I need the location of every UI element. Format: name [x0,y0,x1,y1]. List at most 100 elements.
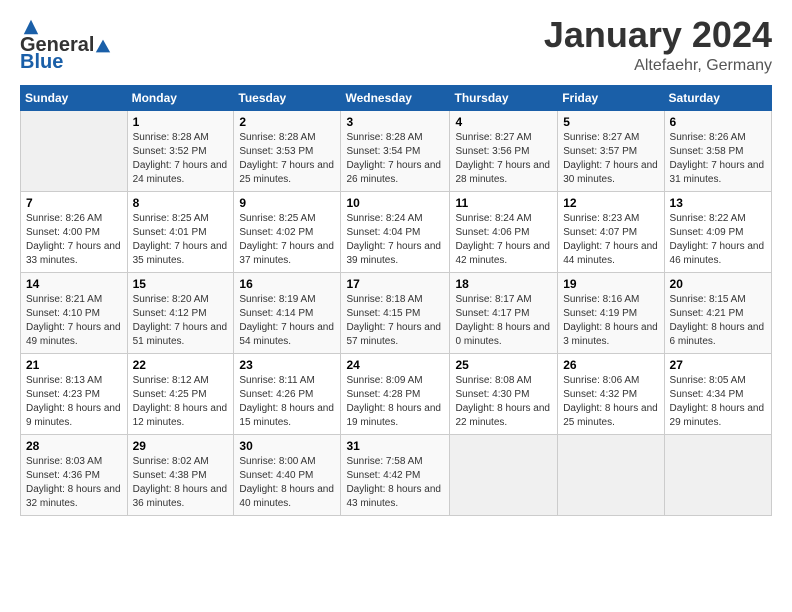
day-info: Sunrise: 8:20 AMSunset: 4:12 PMDaylight:… [133,293,229,349]
day-number: 11 [455,196,552,210]
table-row: 1 Sunrise: 8:28 AMSunset: 3:52 PMDaylight… [127,110,234,191]
logo-triangle-icon [95,38,111,54]
header-sunday: Sunday [21,85,128,110]
day-info: Sunrise: 8:24 AMSunset: 4:06 PMDaylight:… [455,212,552,268]
logo: General Blue [20,15,112,74]
table-row: 5 Sunrise: 8:27 AMSunset: 3:57 PMDaylight… [558,110,664,191]
table-row: 28 Sunrise: 8:03 AMSunset: 4:36 PMDayligh… [21,434,128,515]
day-number: 9 [239,196,335,210]
page-header: General Blue January 2024 Altefaehr, Ger… [20,15,772,75]
day-info: Sunrise: 8:12 AMSunset: 4:25 PMDaylight:… [133,374,229,430]
day-info: Sunrise: 8:16 AMSunset: 4:19 PMDaylight:… [563,293,658,349]
day-number: 8 [133,196,229,210]
table-row: 17 Sunrise: 8:18 AMSunset: 4:15 PMDayligh… [341,272,450,353]
day-number: 12 [563,196,658,210]
day-number: 5 [563,115,658,129]
table-row: 16Sunrise: 8:19 AMSunset: 4:14 PMDayligh… [234,272,341,353]
table-row: 25 Sunrise: 8:08 AMSunset: 4:30 PMDayligh… [450,353,558,434]
table-row: 31 Sunrise: 7:58 AMSunset: 4:42 PMDayligh… [341,434,450,515]
day-number: 27 [670,358,766,372]
day-info: Sunrise: 8:28 AMSunset: 3:52 PMDaylight:… [133,131,229,187]
table-row [558,434,664,515]
calendar-week-row: 1 Sunrise: 8:28 AMSunset: 3:52 PMDaylight… [21,110,772,191]
day-number: 21 [26,358,122,372]
table-row: 11 Sunrise: 8:24 AMSunset: 4:06 PMDayligh… [450,191,558,272]
day-info: Sunrise: 8:05 AMSunset: 4:34 PMDaylight:… [670,374,766,430]
table-row: 9Sunrise: 8:25 AMSunset: 4:02 PMDaylight… [234,191,341,272]
table-row [664,434,771,515]
day-number: 18 [455,277,552,291]
logo-blue-text: Blue [20,51,63,74]
day-info: Sunrise: 8:09 AMSunset: 4:28 PMDaylight:… [346,374,444,430]
day-number: 17 [346,277,444,291]
header-thursday: Thursday [450,85,558,110]
day-info: Sunrise: 7:58 AMSunset: 4:42 PMDaylight:… [346,455,444,511]
logo-icon [22,18,40,36]
calendar-week-row: 7Sunrise: 8:26 AMSunset: 4:00 PMDaylight… [21,191,772,272]
table-row: 2 Sunrise: 8:28 AMSunset: 3:53 PMDaylight… [234,110,341,191]
day-info: Sunrise: 8:28 AMSunset: 3:54 PMDaylight:… [346,131,444,187]
table-row: 30 Sunrise: 8:00 AMSunset: 4:40 PMDayligh… [234,434,341,515]
day-number: 25 [455,358,552,372]
day-number: 1 [133,115,229,129]
table-row: 8Sunrise: 8:25 AMSunset: 4:01 PMDaylight… [127,191,234,272]
day-info: Sunrise: 8:27 AMSunset: 3:57 PMDaylight:… [563,131,658,187]
table-row: 13Sunrise: 8:22 AMSunset: 4:09 PMDayligh… [664,191,771,272]
day-number: 26 [563,358,658,372]
table-row: 6 Sunrise: 8:26 AMSunset: 3:58 PMDaylight… [664,110,771,191]
day-info: Sunrise: 8:03 AMSunset: 4:36 PMDaylight:… [26,455,122,511]
day-number: 10 [346,196,444,210]
table-row: 4 Sunrise: 8:27 AMSunset: 3:56 PMDaylight… [450,110,558,191]
day-number: 2 [239,115,335,129]
day-number: 4 [455,115,552,129]
table-row: 10 Sunrise: 8:24 AMSunset: 4:04 PMDayligh… [341,191,450,272]
day-info: Sunrise: 8:26 AMSunset: 3:58 PMDaylight:… [670,131,766,187]
day-info: Sunrise: 8:08 AMSunset: 4:30 PMDaylight:… [455,374,552,430]
day-info: Sunrise: 8:28 AMSunset: 3:53 PMDaylight:… [239,131,335,187]
day-number: 23 [239,358,335,372]
day-number: 20 [670,277,766,291]
day-info: Sunrise: 8:17 AMSunset: 4:17 PMDaylight:… [455,293,552,349]
table-row: 22Sunrise: 8:12 AMSunset: 4:25 PMDayligh… [127,353,234,434]
day-number: 29 [133,439,229,453]
day-info: Sunrise: 8:06 AMSunset: 4:32 PMDaylight:… [563,374,658,430]
day-number: 3 [346,115,444,129]
table-row: 29 Sunrise: 8:02 AMSunset: 4:38 PMDayligh… [127,434,234,515]
calendar-week-row: 14 Sunrise: 8:21 AMSunset: 4:10 PMDayligh… [21,272,772,353]
day-info: Sunrise: 8:27 AMSunset: 3:56 PMDaylight:… [455,131,552,187]
day-number: 28 [26,439,122,453]
day-info: Sunrise: 8:02 AMSunset: 4:38 PMDaylight:… [133,455,229,511]
calendar-page: General Blue January 2024 Altefaehr, Ger… [0,0,792,612]
day-number: 31 [346,439,444,453]
day-number: 30 [239,439,335,453]
day-info: Sunrise: 8:11 AMSunset: 4:26 PMDaylight:… [239,374,335,430]
header-tuesday: Tuesday [234,85,341,110]
day-number: 6 [670,115,766,129]
table-row [21,110,128,191]
day-info: Sunrise: 8:00 AMSunset: 4:40 PMDaylight:… [239,455,335,511]
day-info: Sunrise: 8:13 AMSunset: 4:23 PMDaylight:… [26,374,122,430]
day-info: Sunrise: 8:21 AMSunset: 4:10 PMDaylight:… [26,293,122,349]
day-number: 14 [26,277,122,291]
header-friday: Friday [558,85,664,110]
table-row: 21 Sunrise: 8:13 AMSunset: 4:23 PMDayligh… [21,353,128,434]
table-row: 14 Sunrise: 8:21 AMSunset: 4:10 PMDayligh… [21,272,128,353]
day-info: Sunrise: 8:18 AMSunset: 4:15 PMDaylight:… [346,293,444,349]
day-number: 7 [26,196,122,210]
table-row: 12 Sunrise: 8:23 AMSunset: 4:07 PMDayligh… [558,191,664,272]
day-number: 15 [133,277,229,291]
table-row: 15 Sunrise: 8:20 AMSunset: 4:12 PMDayligh… [127,272,234,353]
table-row: 19 Sunrise: 8:16 AMSunset: 4:19 PMDayligh… [558,272,664,353]
table-row: 20Sunrise: 8:15 AMSunset: 4:21 PMDayligh… [664,272,771,353]
day-number: 16 [239,277,335,291]
day-info: Sunrise: 8:24 AMSunset: 4:04 PMDaylight:… [346,212,444,268]
table-row: 27 Sunrise: 8:05 AMSunset: 4:34 PMDayligh… [664,353,771,434]
day-info: Sunrise: 8:23 AMSunset: 4:07 PMDaylight:… [563,212,658,268]
month-title: January 2024 [544,15,772,55]
header-wednesday: Wednesday [341,85,450,110]
title-block: January 2024 Altefaehr, Germany [544,15,772,75]
table-row: 24Sunrise: 8:09 AMSunset: 4:28 PMDayligh… [341,353,450,434]
table-row: 23 Sunrise: 8:11 AMSunset: 4:26 PMDayligh… [234,353,341,434]
day-number: 19 [563,277,658,291]
day-info: Sunrise: 8:22 AMSunset: 4:09 PMDaylight:… [670,212,766,268]
